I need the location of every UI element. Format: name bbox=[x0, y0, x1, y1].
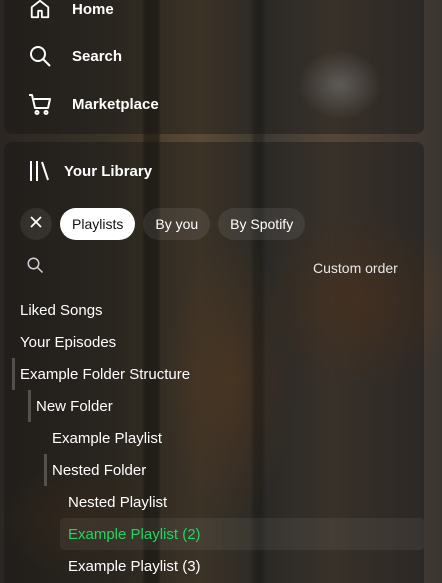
filter-chip-by-spotify[interactable]: By Spotify bbox=[218, 208, 306, 240]
library-item-label: Example Playlist bbox=[52, 429, 163, 447]
filter-chips: Playlists By you By Spotify bbox=[20, 208, 306, 240]
sort-order-button[interactable]: Custom order bbox=[313, 260, 398, 276]
home-icon bbox=[28, 0, 52, 21]
cart-icon bbox=[28, 92, 52, 116]
library-item-liked-songs[interactable]: Liked Songs bbox=[20, 294, 103, 326]
library-folder-new-folder[interactable]: New Folder bbox=[36, 390, 113, 422]
search-icon bbox=[26, 257, 44, 278]
library-folder-nested-folder[interactable]: Nested Folder bbox=[52, 454, 146, 486]
nav-marketplace[interactable]: Marketplace bbox=[28, 92, 159, 116]
library-item-label: Your Episodes bbox=[20, 333, 117, 351]
library-icon bbox=[28, 159, 52, 183]
library-header[interactable]: Your Library bbox=[28, 159, 152, 183]
library-item-nested-playlist[interactable]: Nested Playlist bbox=[68, 486, 167, 518]
library-search-button[interactable] bbox=[26, 256, 46, 276]
library-item-label: Liked Songs bbox=[20, 301, 103, 319]
search-icon bbox=[28, 44, 52, 68]
indent-guide bbox=[12, 358, 15, 390]
library-item-label: Example Playlist (2) bbox=[68, 525, 201, 543]
library-item-example-playlist[interactable]: Example Playlist bbox=[52, 422, 162, 454]
nav-search-label: Search bbox=[72, 47, 123, 65]
library-title: Your Library bbox=[64, 162, 153, 180]
library-item-label: Nested Playlist bbox=[68, 493, 168, 511]
library-item-label: New Folder bbox=[36, 397, 113, 415]
library-item-example-playlist-2[interactable]: Example Playlist (2) bbox=[68, 518, 201, 550]
clear-filter-button[interactable] bbox=[20, 208, 52, 240]
filter-chip-playlists[interactable]: Playlists bbox=[60, 208, 136, 240]
indent-guide bbox=[28, 390, 31, 422]
library-item-example-playlist-3[interactable]: Example Playlist (3) bbox=[68, 550, 201, 582]
library-item-label: Nested Folder bbox=[52, 461, 147, 479]
library-folder-example-folder-structure[interactable]: Example Folder Structure bbox=[20, 358, 190, 390]
nav-home-label: Home bbox=[72, 0, 114, 18]
indent-guide bbox=[44, 454, 47, 486]
close-icon bbox=[29, 215, 43, 234]
nav-home[interactable]: Home bbox=[28, 0, 114, 21]
library-item-label: Example Playlist (3) bbox=[68, 557, 201, 575]
library-item-your-episodes[interactable]: Your Episodes bbox=[20, 326, 116, 358]
library-item-label: Example Folder Structure bbox=[20, 365, 191, 383]
nav-marketplace-label: Marketplace bbox=[72, 95, 159, 113]
nav-search[interactable]: Search bbox=[28, 44, 122, 68]
filter-chip-by-you[interactable]: By you bbox=[143, 208, 211, 240]
